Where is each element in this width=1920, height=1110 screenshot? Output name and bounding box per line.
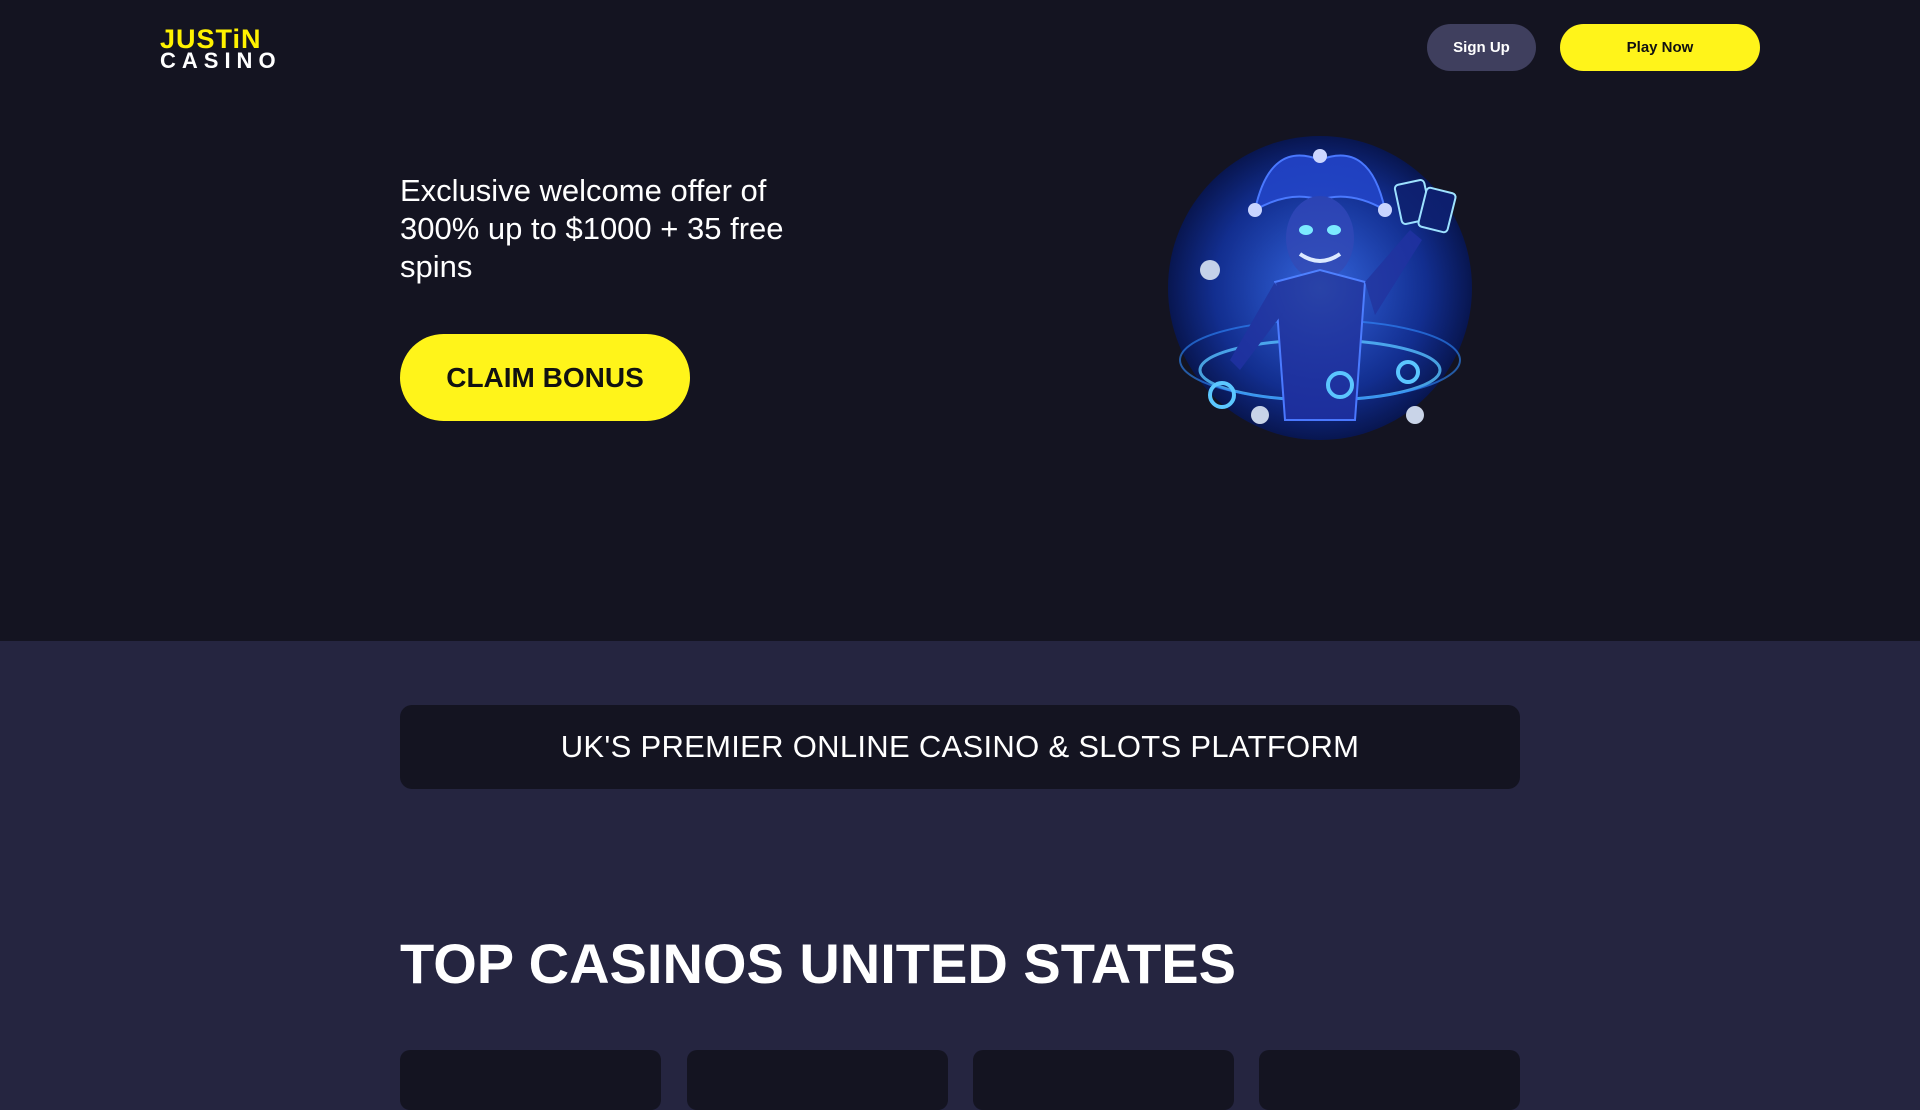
casino-card[interactable] <box>973 1050 1234 1110</box>
play-now-button[interactable]: Play Now <box>1560 24 1760 71</box>
casino-card[interactable] <box>400 1050 661 1110</box>
logo[interactable]: JUSTiN CASINO <box>160 26 276 72</box>
sign-up-button[interactable]: Sign Up <box>1427 24 1536 71</box>
top-casinos-title: TOP CASINOS UNITED STATES <box>400 932 1236 995</box>
welcome-offer-text: Exclusive welcome offer of 300% up to $1… <box>400 173 784 284</box>
joker-mascot-icon <box>1168 136 1472 440</box>
tagline-text: UK'S PREMIER ONLINE CASINO & SLOTS PLATF… <box>560 729 1360 764</box>
tagline-banner: UK'S PREMIER ONLINE CASINO & SLOTS PLATF… <box>400 705 1520 789</box>
casino-card[interactable] <box>1259 1050 1520 1110</box>
hero-section: JUSTiN CASINO Sign Up Play Now Exclusive… <box>0 0 1920 641</box>
logo-bottom-text: CASINO <box>160 48 282 73</box>
casino-card[interactable] <box>687 1050 948 1110</box>
claim-bonus-button[interactable]: CLAIM BONUS <box>400 334 690 421</box>
